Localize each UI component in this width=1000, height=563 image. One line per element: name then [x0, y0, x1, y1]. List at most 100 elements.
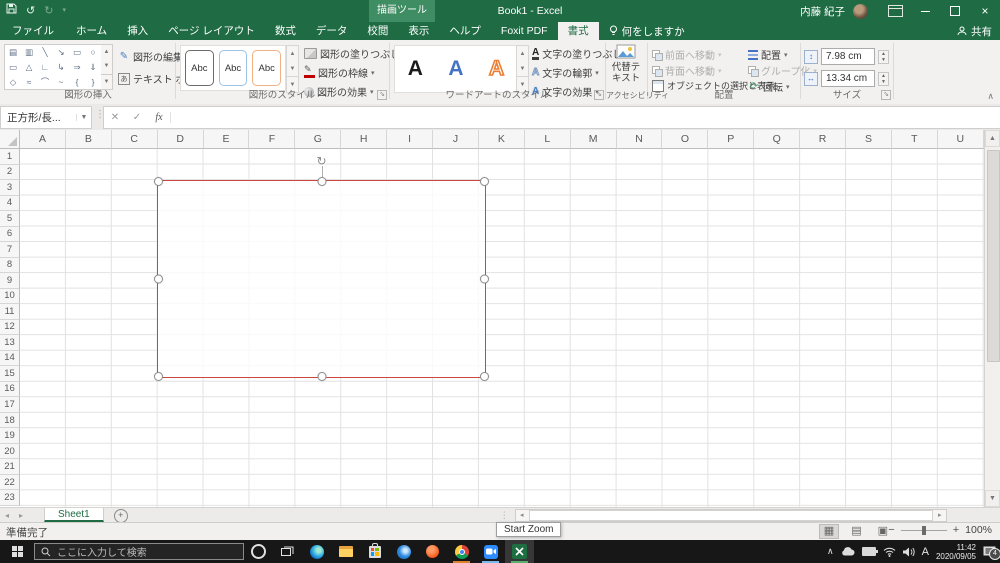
column-header-Q[interactable]: Q: [754, 130, 801, 149]
start-button[interactable]: [0, 540, 34, 563]
save-icon[interactable]: [6, 0, 17, 22]
battery-icon[interactable]: [861, 547, 878, 556]
row-header-9[interactable]: 9: [0, 273, 20, 289]
name-box[interactable]: 正方形/長... ▼: [0, 106, 92, 129]
ime-mode-indicator[interactable]: A: [922, 546, 929, 558]
user-avatar[interactable]: [853, 3, 868, 19]
tab-2[interactable]: ページ レイアウト: [158, 22, 265, 40]
edge-legacy-button[interactable]: [389, 540, 418, 563]
text-box-icon[interactable]: ▤: [9, 47, 17, 57]
zoom-out-icon[interactable]: −: [888, 524, 894, 536]
scribble-icon[interactable]: ≈: [27, 77, 32, 87]
undo-icon[interactable]: ↺: [26, 0, 35, 22]
rotate-handle-icon[interactable]: ↻: [316, 154, 326, 168]
page-layout-view-icon[interactable]: ▤: [847, 524, 865, 539]
rounded-rectangle-icon[interactable]: ▭: [9, 62, 17, 72]
column-header-C[interactable]: C: [111, 130, 158, 149]
row-header-12[interactable]: 12: [0, 319, 20, 336]
column-header-H[interactable]: H: [341, 130, 388, 149]
wordart-gallery[interactable]: A A A: [394, 45, 518, 93]
tab-6[interactable]: 表示: [398, 22, 439, 40]
shape-style-scroll[interactable]: ▲ ▼ ▼: [286, 45, 299, 93]
row-header-13[interactable]: 13: [0, 335, 20, 351]
row-header-2[interactable]: 2: [0, 164, 20, 181]
action-center-button[interactable]: 4: [983, 546, 1000, 560]
resize-handle-top-center[interactable]: [317, 177, 326, 186]
send-backward-button[interactable]: 背面へ移動 ▾: [652, 63, 722, 78]
file-explorer-button[interactable]: [331, 540, 360, 563]
resize-handle-middle-right[interactable]: [480, 274, 489, 284]
share-button[interactable]: 共有: [957, 22, 992, 40]
line-arrow-icon[interactable]: ↘: [57, 47, 64, 57]
horizontal-scrollbar-thumb[interactable]: [528, 509, 933, 521]
column-header-R[interactable]: R: [800, 130, 847, 149]
zoom-slider[interactable]: [900, 525, 947, 535]
resize-handle-top-left[interactable]: [154, 177, 163, 186]
line-icon[interactable]: ╲: [42, 47, 47, 57]
cell-grid[interactable]: ↻: [20, 149, 984, 507]
dialog-launcher-icon[interactable]: ⇘: [594, 90, 604, 100]
edge-button[interactable]: [302, 540, 331, 563]
align-button[interactable]: 配置 ▾: [748, 47, 788, 62]
row-header-8[interactable]: 8: [0, 257, 20, 274]
cancel-icon[interactable]: ✕: [104, 112, 126, 123]
scroll-right-icon[interactable]: ▸: [934, 511, 946, 519]
tab-scrollbar-divider[interactable]: ⋮: [500, 510, 509, 521]
column-header-U[interactable]: U: [937, 130, 984, 149]
wifi-icon[interactable]: [883, 547, 896, 557]
vertical-scrollbar[interactable]: ▲ ▼: [984, 130, 1000, 507]
row-header-6[interactable]: 6: [0, 226, 20, 243]
chrome-button[interactable]: [447, 540, 476, 563]
column-header-T[interactable]: T: [891, 130, 938, 149]
column-header-S[interactable]: S: [846, 130, 892, 149]
row-header-21[interactable]: 21: [0, 459, 20, 475]
shape-width-input[interactable]: 13.34 cm: [821, 70, 875, 87]
tab-0[interactable]: ホーム: [66, 22, 117, 40]
dialog-launcher-icon[interactable]: ⇘: [881, 90, 891, 100]
arc-icon[interactable]: ⌒: [41, 77, 50, 87]
row-header-4[interactable]: 4: [0, 195, 20, 212]
zoom-level[interactable]: 100%: [965, 524, 992, 536]
microsoft-store-button[interactable]: [360, 540, 389, 563]
zoom-slider-thumb[interactable]: [921, 525, 926, 535]
foxit-reader-button[interactable]: [418, 540, 447, 563]
shape-style-preset-1[interactable]: Abc: [185, 50, 214, 86]
row-header-3[interactable]: 3: [0, 180, 20, 196]
resize-handle-top-right[interactable]: [480, 177, 489, 186]
restore-button[interactable]: [940, 0, 970, 22]
column-header-D[interactable]: D: [157, 130, 204, 149]
tab-file[interactable]: ファイル: [0, 22, 66, 40]
column-header-G[interactable]: G: [295, 130, 342, 149]
volume-icon[interactable]: [902, 547, 915, 557]
column-header-B[interactable]: B: [65, 130, 112, 149]
row-header-17[interactable]: 17: [0, 397, 20, 413]
scroll-down-icon[interactable]: ▼: [985, 490, 1000, 507]
width-spinner[interactable]: ▲ ▼: [878, 71, 889, 86]
tab-4[interactable]: データ: [306, 22, 358, 40]
column-header-K[interactable]: K: [478, 130, 525, 149]
right-brace-icon[interactable]: }: [92, 77, 95, 87]
row-header-11[interactable]: 11: [0, 304, 20, 320]
sheet-nav-right-icon[interactable]: ▸: [14, 508, 28, 522]
row-header-1[interactable]: 1: [0, 149, 20, 165]
tab-3[interactable]: 数式: [265, 22, 306, 40]
height-spinner[interactable]: ▲ ▼: [878, 49, 889, 64]
down-arrow-icon[interactable]: ⇓: [89, 62, 96, 72]
insert-function-icon[interactable]: fx: [148, 112, 171, 123]
excel-taskbar-button[interactable]: [505, 540, 534, 563]
row-header-16[interactable]: 16: [0, 381, 20, 398]
curve-icon[interactable]: ~: [59, 77, 64, 87]
collapse-ribbon-icon[interactable]: ∧: [987, 91, 994, 102]
alt-text-button[interactable]: 代替テキスト: [608, 44, 644, 90]
onedrive-cloud-icon[interactable]: [841, 547, 855, 556]
tab-5[interactable]: 校閲: [357, 22, 398, 40]
wordart-preset-1[interactable]: A: [408, 57, 423, 81]
vertical-text-box-icon[interactable]: ▥: [25, 47, 33, 57]
tab-7[interactable]: ヘルプ: [439, 22, 491, 40]
tab-format-active[interactable]: 書式: [557, 22, 599, 40]
shape-gallery-scroll[interactable]: ▲ ▼ ▼: [101, 44, 113, 90]
column-header-F[interactable]: F: [249, 130, 296, 149]
column-header-P[interactable]: P: [708, 130, 755, 149]
sheet-tab-sheet1[interactable]: Sheet1: [44, 508, 104, 522]
resize-handle-bottom-left[interactable]: [154, 372, 163, 381]
